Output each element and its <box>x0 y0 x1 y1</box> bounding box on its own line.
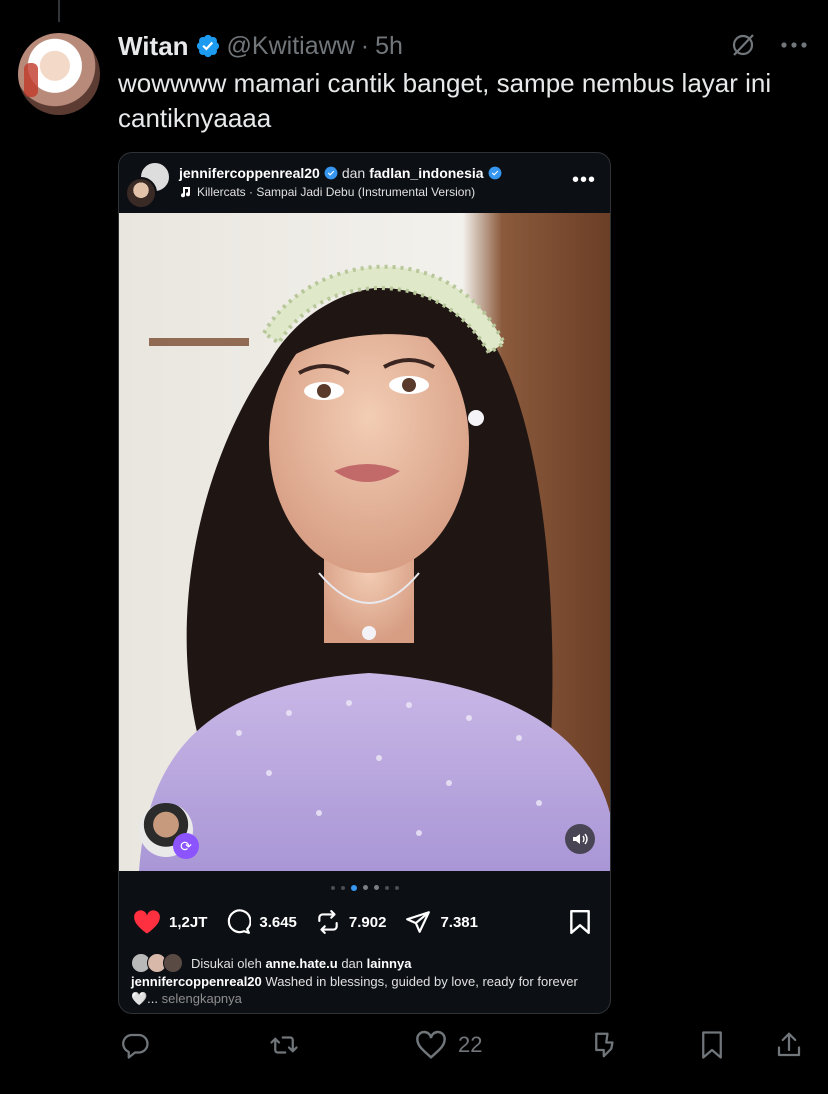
more-icon[interactable] <box>780 41 808 49</box>
avatar-flower-decoration <box>24 63 38 97</box>
views-icon <box>595 1032 614 1058</box>
ig-caption: jennifercoppenreal20 Washed in blessings… <box>131 973 591 1007</box>
ig-post-photo[interactable]: ⟳ <box>119 213 610 871</box>
like-icon <box>416 1030 446 1059</box>
grok-icon[interactable] <box>730 32 756 58</box>
reply-icon <box>122 1033 149 1059</box>
bookmark-icon[interactable] <box>568 909 592 935</box>
ig-and-word: dan <box>341 165 366 181</box>
carousel-dot <box>330 886 335 890</box>
ig-collab-title: jennifercoppenreal20 dan fadlan_indonesi… <box>179 165 502 181</box>
caption-username[interactable]: jennifercoppenreal20 <box>131 974 262 989</box>
tweet-time[interactable]: 5h <box>375 32 403 61</box>
ig-account-primary[interactable]: jennifercoppenreal20 <box>179 165 320 181</box>
header-icons <box>730 32 808 58</box>
ig-more-icon[interactable]: ••• <box>572 169 596 192</box>
bookmark-icon <box>702 1031 722 1059</box>
facepile-avatar <box>163 953 183 973</box>
heart-icon <box>134 910 160 934</box>
music-note-icon <box>181 187 190 198</box>
thread-line <box>58 0 60 22</box>
ig-liked-by: Disukai oleh anne.hate.u dan lainnya <box>131 953 411 973</box>
ig-collab-avatars[interactable] <box>125 161 171 209</box>
views-button[interactable] <box>588 1030 622 1060</box>
portrait-illustration <box>119 213 610 871</box>
like-count: 22 <box>458 1032 483 1057</box>
tweet-header: Witan @Kwitiaww · 5h <box>118 31 403 61</box>
carousel-dot <box>384 886 389 890</box>
comment-icon <box>228 909 252 934</box>
like-button[interactable]: 22 <box>414 1030 482 1060</box>
ig-account-secondary[interactable]: fadlan_indonesia <box>369 165 483 181</box>
reply-button[interactable] <box>118 1030 152 1060</box>
bookmark-button[interactable] <box>698 1030 726 1060</box>
carousel-dot <box>362 885 368 890</box>
carousel-dot <box>373 885 379 890</box>
verified-badge-icon <box>324 166 338 180</box>
author-handle[interactable]: @Kwitiaww <box>227 32 355 61</box>
ig-share-button[interactable]: 7.381 <box>404 909 478 935</box>
verified-badge-icon <box>196 34 219 58</box>
repost-icon <box>318 910 338 934</box>
ig-comment-count: 3.645 <box>259 913 297 931</box>
share-icon <box>406 911 431 933</box>
ig-header: jennifercoppenreal20 dan fadlan_indonesi… <box>119 153 610 213</box>
ig-like-count: 1,2JT <box>169 913 208 931</box>
ig-avatar-primary <box>125 177 157 209</box>
instagram-embed-card[interactable]: jennifercoppenreal20 dan fadlan_indonesi… <box>118 152 611 1014</box>
author-name[interactable]: Witan <box>118 31 189 62</box>
repost-badge-icon: ⟳ <box>173 833 199 859</box>
caption-more-link[interactable]: selengkapnya <box>162 991 242 1006</box>
liked-by-user[interactable]: anne.hate.u <box>265 956 337 971</box>
verified-badge-icon <box>488 166 501 180</box>
ig-repost-count: 7.902 <box>348 913 387 931</box>
carousel-dot-active <box>350 885 357 891</box>
ig-music-line[interactable]: Killercats · Sampai Jadi Debu (Instrumen… <box>179 185 475 199</box>
ig-share-count: 7.381 <box>440 913 478 931</box>
header-separator: · <box>360 31 370 60</box>
ig-music-title: Killercats · Sampai Jadi Debu (Instrumen… <box>197 185 476 199</box>
carousel-dots <box>119 885 610 891</box>
upload-icon <box>777 1032 801 1057</box>
ig-repost-button[interactable]: 7.902 <box>315 909 387 935</box>
liked-by-prefix: Disukai oleh <box>191 955 262 971</box>
carousel-dot <box>394 886 399 890</box>
tweet-action-bar: 22 <box>118 1030 808 1064</box>
tweet-text: wowwww mamari cantik banget, sampe nembu… <box>118 68 772 133</box>
liked-by-suffix: dan <box>341 955 364 971</box>
author-avatar[interactable] <box>18 33 100 115</box>
retweet-icon <box>270 1036 298 1054</box>
carousel-dot <box>340 886 345 890</box>
share-button[interactable] <box>774 1030 804 1060</box>
ig-comment-button[interactable]: 3.645 <box>225 909 297 935</box>
sound-icon[interactable] <box>565 824 595 854</box>
retweet-button[interactable] <box>266 1030 302 1060</box>
liked-by-facepile <box>131 953 187 973</box>
liked-by-others[interactable]: lainnya <box>367 956 412 971</box>
ig-actions: 1,2JT 3.645 7.902 7.381 <box>133 909 496 935</box>
ig-like-button[interactable]: 1,2JT <box>133 909 207 935</box>
